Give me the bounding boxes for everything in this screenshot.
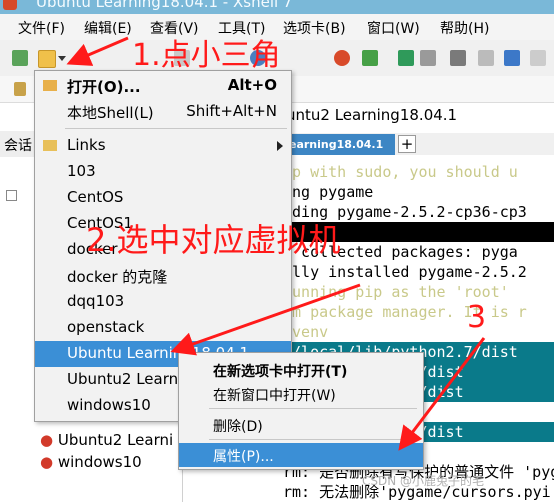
arrow-step1 [66, 36, 129, 66]
watermark: CSDN @小鹿兔子的毛 [362, 474, 485, 488]
arrow-step2 [170, 283, 361, 356]
arrow-step3 [398, 337, 486, 451]
annotation-arrows [66, 36, 486, 451]
